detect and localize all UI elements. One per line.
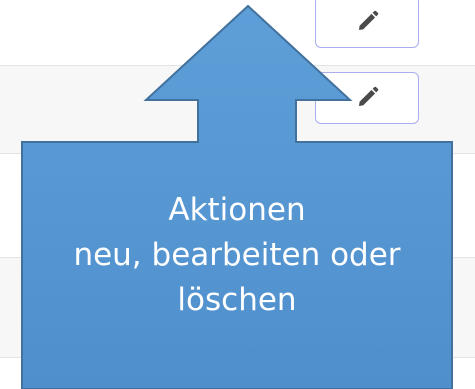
page: Aktionen neu, bearbeiten oder löschen — [0, 0, 475, 389]
pencil-icon — [359, 10, 379, 30]
table-row — [0, 154, 475, 258]
edit-button[interactable] — [315, 0, 419, 48]
edit-button[interactable] — [315, 72, 419, 124]
table-row — [0, 258, 475, 358]
pencil-icon — [359, 86, 379, 106]
table-row — [0, 358, 475, 389]
